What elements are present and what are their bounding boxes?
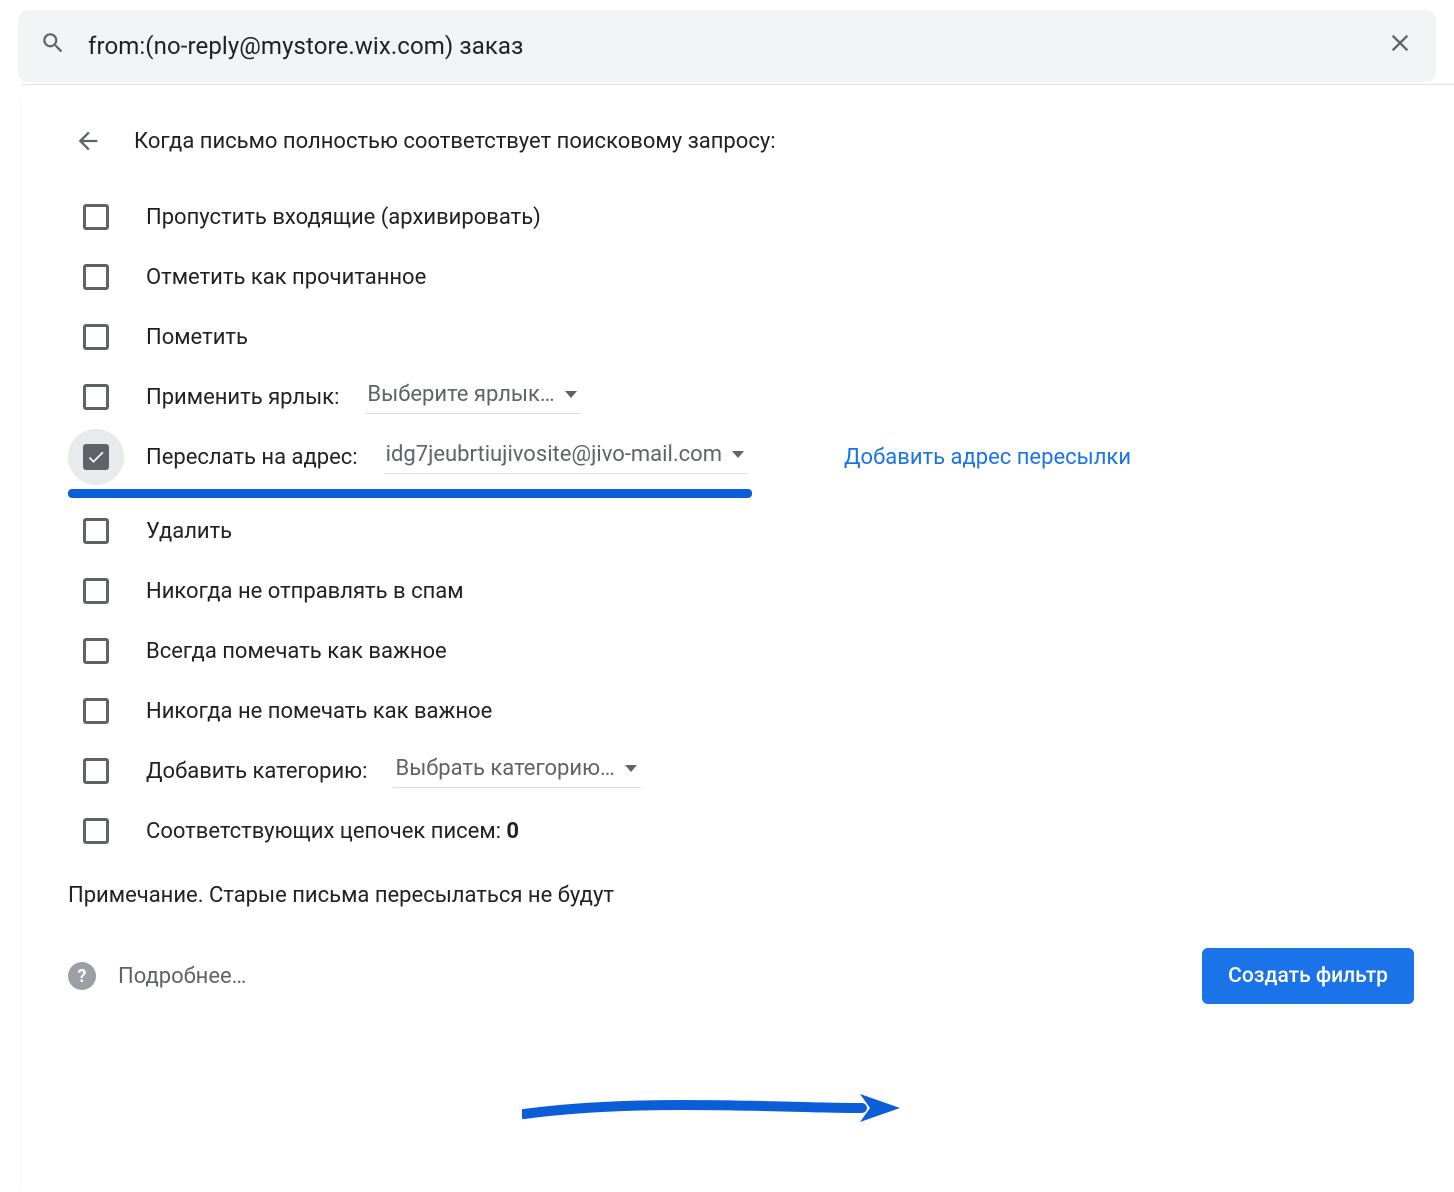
checkbox-categorize[interactable] — [83, 758, 109, 784]
matching-threads-count: 0 — [506, 819, 519, 844]
checkbox-delete[interactable] — [83, 518, 109, 544]
option-skip-inbox[interactable]: Пропустить входящие (архивировать) — [68, 187, 1414, 247]
checkbox-never-important[interactable] — [83, 698, 109, 724]
chevron-down-icon — [732, 451, 744, 458]
checkbox-apply-to-threads[interactable] — [83, 818, 109, 844]
option-label: Удалить — [146, 519, 232, 544]
option-mark-read[interactable]: Отметить как прочитанное — [68, 247, 1414, 307]
option-label: Соответствующих цепочек писем: 0 — [146, 819, 519, 844]
checkbox-forward[interactable] — [83, 444, 109, 470]
add-forwarding-address-link[interactable]: Добавить адрес пересылки — [844, 445, 1131, 470]
chevron-down-icon — [625, 765, 637, 772]
chevron-down-icon — [565, 391, 577, 398]
option-forward[interactable]: Переслать на адрес: idg7jeubrtiujivosite… — [68, 427, 1414, 487]
help-icon[interactable]: ? — [68, 962, 96, 990]
option-label: Отметить как прочитанное — [146, 265, 426, 290]
checkbox-mark-read[interactable] — [83, 264, 109, 290]
option-delete[interactable]: Удалить — [68, 501, 1414, 561]
option-apply-label[interactable]: Применить ярлык: Выберите ярлык… — [68, 367, 1414, 427]
checkbox-apply-label[interactable] — [83, 384, 109, 410]
dropdown-value: Выберите ярлык… — [367, 382, 554, 407]
option-never-spam[interactable]: Никогда не отправлять в спам — [68, 561, 1414, 621]
option-always-important[interactable]: Всегда помечать как важное — [68, 621, 1414, 681]
category-dropdown[interactable]: Выбрать категорию… — [393, 754, 640, 788]
dropdown-value: Выбрать категорию… — [395, 756, 614, 781]
panel-title: Когда письмо полностью соответствует пои… — [134, 129, 776, 154]
back-button[interactable] — [68, 121, 108, 161]
option-label: Всегда помечать как важное — [146, 639, 447, 664]
checkbox-skip-inbox[interactable] — [83, 204, 109, 230]
forward-address-dropdown[interactable]: idg7jeubrtiujivosite@jivo-mail.com — [384, 440, 748, 474]
label-dropdown[interactable]: Выберите ярлык… — [365, 380, 580, 414]
clear-search-icon[interactable] — [1386, 29, 1414, 63]
annotation-underline — [68, 489, 752, 498]
note-text: Примечание. Старые письма пересылаться н… — [68, 883, 1414, 908]
search-icon — [40, 30, 66, 62]
option-label: Пропустить входящие (архивировать) — [146, 205, 541, 230]
create-filter-button[interactable]: Создать фильтр — [1202, 948, 1414, 1004]
option-label: Применить ярлык: — [146, 385, 339, 410]
option-star[interactable]: Пометить — [68, 307, 1414, 367]
option-label: Переслать на адрес: — [146, 445, 358, 470]
search-input[interactable]: from:(no-reply@mystore.wix.com) заказ — [88, 32, 1364, 60]
checkbox-never-spam[interactable] — [83, 578, 109, 604]
option-label: Пометить — [146, 325, 248, 350]
annotation-arrow — [522, 1090, 902, 1126]
option-never-important[interactable]: Никогда не помечать как важное — [68, 681, 1414, 741]
option-apply-to-threads[interactable]: Соответствующих цепочек писем: 0 — [68, 801, 1414, 861]
search-bar: from:(no-reply@mystore.wix.com) заказ — [18, 10, 1436, 82]
option-label: Добавить категорию: — [146, 759, 367, 784]
checkbox-always-important[interactable] — [83, 638, 109, 664]
checkbox-star[interactable] — [83, 324, 109, 350]
option-label: Никогда не отправлять в спам — [146, 579, 464, 604]
option-categorize[interactable]: Добавить категорию: Выбрать категорию… — [68, 741, 1414, 801]
filter-actions-panel: Когда письмо полностью соответствует пои… — [22, 84, 1454, 1192]
option-label: Никогда не помечать как важное — [146, 699, 492, 724]
learn-more-link[interactable]: Подробнее… — [118, 964, 246, 989]
dropdown-value: idg7jeubrtiujivosite@jivo-mail.com — [386, 442, 722, 467]
